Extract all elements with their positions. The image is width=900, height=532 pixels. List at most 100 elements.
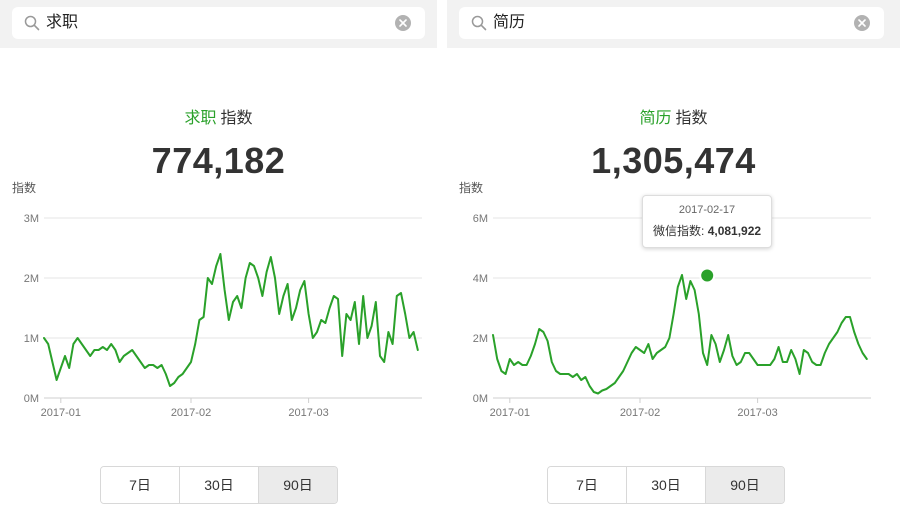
search-input[interactable]: 简历 bbox=[459, 7, 884, 39]
search-icon bbox=[471, 15, 487, 31]
data-point bbox=[631, 352, 633, 354]
data-point bbox=[820, 364, 822, 366]
data-point bbox=[417, 349, 419, 351]
data-point bbox=[664, 346, 666, 348]
title-suffix: 指数 bbox=[220, 110, 253, 127]
data-point bbox=[261, 295, 263, 297]
range-tab-30d[interactable]: 30日 bbox=[180, 467, 259, 503]
data-point bbox=[207, 277, 209, 279]
data-point bbox=[542, 331, 544, 333]
data-point bbox=[358, 343, 360, 345]
search-input[interactable]: 求职 bbox=[12, 7, 425, 39]
range-tab-90d[interactable]: 90日 bbox=[259, 467, 337, 503]
data-point bbox=[127, 352, 129, 354]
data-point bbox=[387, 331, 389, 333]
data-point bbox=[219, 253, 221, 255]
data-point bbox=[673, 313, 675, 315]
data-point bbox=[862, 352, 864, 354]
clear-icon[interactable] bbox=[854, 15, 870, 31]
data-point bbox=[383, 361, 385, 363]
data-point bbox=[282, 295, 284, 297]
data-point bbox=[521, 364, 523, 366]
data-point bbox=[186, 367, 188, 369]
y-axis-title: 指数 bbox=[12, 180, 36, 195]
data-point bbox=[291, 319, 293, 321]
data-point bbox=[324, 322, 326, 324]
data-point bbox=[278, 313, 280, 315]
data-point bbox=[547, 340, 549, 342]
data-point bbox=[119, 361, 121, 363]
data-point bbox=[605, 388, 607, 390]
search-query: 求职 bbox=[46, 14, 79, 31]
data-point bbox=[559, 373, 561, 375]
data-point bbox=[845, 316, 847, 318]
data-point bbox=[513, 364, 515, 366]
data-point bbox=[60, 367, 62, 369]
series-line bbox=[492, 274, 868, 395]
data-point bbox=[169, 385, 171, 387]
y-tick-label: 3M bbox=[24, 213, 39, 225]
panel-qiuzhi: 求职 求职 指数 774,182 指数 0M 1M 2M 3M 2017-01 2017-02… bbox=[0, 0, 437, 532]
data-point bbox=[274, 277, 276, 279]
data-point bbox=[320, 319, 322, 321]
x-tick-label: 2017-01 bbox=[41, 407, 81, 419]
data-point bbox=[752, 358, 754, 360]
tooltip-label: 微信指数: bbox=[653, 224, 705, 238]
data-point bbox=[828, 343, 830, 345]
data-point bbox=[85, 349, 87, 351]
data-point bbox=[152, 364, 154, 366]
y-tick-label: 6M bbox=[473, 213, 488, 225]
data-point bbox=[824, 352, 826, 354]
data-point bbox=[236, 295, 238, 297]
search-bar: 简历 bbox=[447, 0, 900, 48]
data-point bbox=[224, 289, 226, 291]
data-tooltip: 2017-02-17 微信指数: 4,081,922 bbox=[642, 195, 773, 248]
search-icon bbox=[24, 15, 40, 31]
data-point bbox=[173, 382, 175, 384]
range-tab-7d[interactable]: 7日 bbox=[548, 467, 627, 503]
chart-title: 简历 指数 bbox=[447, 104, 900, 128]
data-point bbox=[198, 319, 200, 321]
data-point bbox=[832, 337, 834, 339]
data-point bbox=[396, 295, 398, 297]
search-query: 简历 bbox=[493, 14, 526, 31]
data-point bbox=[530, 355, 532, 357]
data-point bbox=[526, 364, 528, 366]
data-point bbox=[211, 283, 213, 285]
data-point bbox=[702, 352, 704, 354]
data-point bbox=[89, 355, 91, 357]
range-tab-90d[interactable]: 90日 bbox=[706, 467, 784, 503]
data-point bbox=[287, 283, 289, 285]
data-point bbox=[660, 349, 662, 351]
data-point bbox=[106, 349, 108, 351]
data-point bbox=[51, 361, 53, 363]
panel-divider bbox=[437, 0, 447, 532]
data-point bbox=[710, 334, 712, 336]
data-point bbox=[593, 391, 595, 393]
data-point bbox=[312, 337, 314, 339]
range-selector: 7日 30日 90日 bbox=[547, 466, 785, 504]
data-point bbox=[362, 295, 364, 297]
y-tick-label: 2M bbox=[473, 333, 488, 345]
data-point bbox=[114, 349, 116, 351]
x-tick-label: 2017-03 bbox=[288, 407, 328, 419]
data-point bbox=[303, 280, 305, 282]
data-point bbox=[576, 373, 578, 375]
data-point bbox=[500, 370, 502, 372]
data-point bbox=[413, 331, 415, 333]
data-point bbox=[509, 358, 511, 360]
data-point bbox=[392, 343, 394, 345]
data-point bbox=[165, 373, 167, 375]
data-point bbox=[555, 370, 557, 372]
data-point bbox=[736, 364, 738, 366]
data-point bbox=[534, 343, 536, 345]
data-point bbox=[215, 265, 217, 267]
line-chart[interactable]: 指数 0M 1M 2M 3M 2017-01 2017-02 2017-03 bbox=[0, 178, 437, 428]
range-tab-30d[interactable]: 30日 bbox=[627, 467, 706, 503]
series-line bbox=[43, 253, 419, 387]
data-point bbox=[240, 307, 242, 309]
data-point bbox=[761, 364, 763, 366]
range-tab-7d[interactable]: 7日 bbox=[101, 467, 180, 503]
data-point bbox=[706, 364, 708, 366]
clear-icon[interactable] bbox=[395, 15, 411, 31]
